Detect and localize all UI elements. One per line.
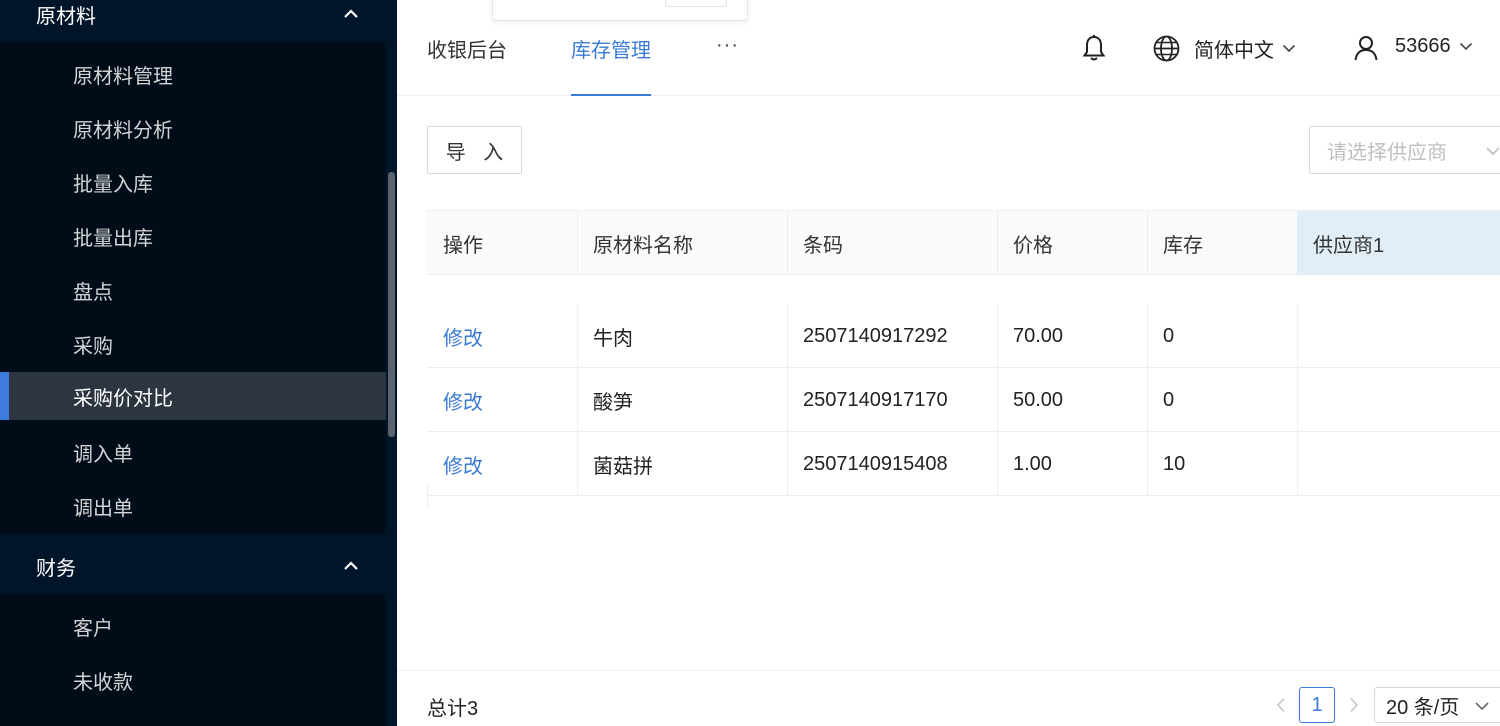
edit-link-text[interactable]: 修改 (443, 386, 483, 415)
cell-stock: 10 (1163, 452, 1186, 475)
import-button[interactable]: 导 入 (427, 126, 522, 174)
sidebar-item-label: 调出单 (73, 497, 133, 520)
table-row: 修改 酸笋 2507140917170 50.00 0 (427, 368, 1500, 432)
column-header-barcode: 条码 (787, 211, 998, 275)
sidebar-item-label: 原材料管理 (73, 65, 173, 88)
sidebar-item-label: 批量入库 (73, 173, 153, 196)
globe-icon[interactable] (1152, 34, 1180, 62)
prev-page-icon[interactable] (1273, 694, 1289, 716)
bell-icon[interactable] (1081, 33, 1107, 63)
sidebar-item-materials-manage[interactable]: 原材料管理 (0, 50, 386, 98)
chevron-down-icon (1459, 42, 1472, 51)
menu-group-title: 原材料 (36, 5, 96, 28)
cell-name: 菌菇拼 (593, 455, 653, 478)
total-count: 总计3 (427, 698, 479, 720)
column-header-stock: 库存 (1147, 211, 1298, 275)
cell-stock: 0 (1163, 324, 1175, 347)
sidebar-item-transfer-in[interactable]: 调入单 (0, 428, 386, 476)
sidebar-item-customers[interactable]: 客户 (0, 602, 386, 650)
sidebar-item-label: 盘点 (73, 281, 113, 304)
column-header-supplier1[interactable]: 供应商1 (1297, 211, 1500, 275)
cell-barcode: 2507140917170 (803, 388, 948, 411)
sidebar-item-batch-outbound[interactable]: 批量出库 (0, 212, 386, 260)
language-label: 简体中文 (1194, 40, 1274, 62)
language-selector[interactable]: 简体中文 (1194, 34, 1296, 63)
page-number-current[interactable]: 1 (1299, 687, 1335, 723)
sidebar-item-price-compare[interactable]: 采购价对比 (0, 372, 386, 420)
supplier-select[interactable]: 请选择供应商 (1309, 126, 1500, 174)
active-tab-indicator (571, 94, 651, 96)
column-header-action: 操作 (427, 211, 578, 275)
sidebar: 原材料 原材料管理 原材料分析 批量入库 批量出库 盘点 采购 采购价对比 调入… (0, 0, 397, 726)
sidebar-item-label: 客户 (73, 617, 113, 640)
sidebar-item-label: 调入单 (73, 443, 133, 466)
tab-inventory-management[interactable]: 库存管理 (571, 0, 651, 96)
page-size-label: 20 条/页 (1386, 696, 1460, 719)
sidebar-item-transfer-out[interactable]: 调出单 (0, 482, 386, 530)
edit-link-text[interactable]: 修改 (443, 322, 483, 351)
user-menu[interactable]: 53666 (1395, 35, 1473, 58)
cell-supplier1 (1297, 304, 1313, 368)
edit-link-text[interactable]: 修改 (443, 450, 483, 479)
sidebar-item-stocktake[interactable]: 盘点 (0, 266, 386, 314)
menu-group-materials[interactable]: 原材料 (0, 0, 386, 38)
sidebar-item-purchase[interactable]: 采购 (0, 320, 386, 368)
username: 53666 (1395, 35, 1451, 57)
tab-cashier-backend[interactable]: 收银后台 (427, 0, 507, 96)
more-tabs-button[interactable]: ··· (716, 34, 739, 57)
footer-divider (397, 670, 1500, 671)
chevron-up-icon (342, 557, 360, 575)
cell-price: 50.00 (1013, 388, 1064, 411)
tab-label: 收银后台 (427, 39, 507, 62)
cell-price: 70.00 (1013, 324, 1064, 347)
table-row: 修改 菌菇拼 2507140915408 1.00 10 (427, 432, 1500, 496)
sidebar-item-label: 原材料分析 (73, 119, 173, 142)
next-page-icon[interactable] (1346, 694, 1362, 716)
sidebar-item-label: 批量出库 (73, 227, 153, 250)
cell-supplier1 (1297, 432, 1313, 496)
menu-group-title: 财务 (36, 557, 76, 580)
chevron-down-icon (1282, 44, 1296, 53)
cell-supplier1 (1297, 368, 1313, 432)
sidebar-item-materials-analysis[interactable]: 原材料分析 (0, 104, 386, 152)
chevron-down-icon (1475, 702, 1489, 711)
sidebar-item-label: 采购 (73, 335, 113, 358)
column-header-price: 价格 (997, 211, 1148, 275)
sidebar-item-receivables[interactable]: 未收款 (0, 656, 386, 704)
cell-name: 酸笋 (593, 391, 633, 414)
page-size-select[interactable]: 20 条/页 (1374, 687, 1500, 723)
chevron-down-icon (1486, 147, 1500, 156)
cell-barcode: 2507140915408 (803, 452, 948, 475)
cell-stock: 0 (1163, 388, 1175, 411)
sidebar-item-label: 采购价对比 (73, 387, 173, 410)
sidebar-item-label: 未收款 (73, 671, 133, 694)
user-icon[interactable] (1353, 35, 1379, 61)
table-row: 修改 牛肉 2507140917292 70.00 0 (427, 304, 1500, 368)
edit-link[interactable]: 修改 (427, 368, 483, 432)
table-header: 操作 原材料名称 条码 价格 库存 供应商1 (427, 210, 1500, 275)
edit-link[interactable]: 修改 (427, 432, 483, 496)
column-header-name: 原材料名称 (577, 211, 788, 275)
edit-link[interactable]: 修改 (427, 304, 483, 368)
menu-group-finance[interactable]: 财务 (0, 542, 386, 590)
tab-label: 库存管理 (571, 39, 651, 62)
sidebar-scrollbar-thumb[interactable] (388, 172, 395, 437)
cell-name: 牛肉 (593, 327, 633, 350)
cell-barcode: 2507140917292 (803, 324, 948, 347)
sidebar-item-batch-inbound[interactable]: 批量入库 (0, 158, 386, 206)
supplier-select-placeholder: 请选择供应商 (1327, 141, 1447, 164)
chevron-up-icon (342, 5, 360, 23)
cell-price: 1.00 (1013, 452, 1052, 475)
